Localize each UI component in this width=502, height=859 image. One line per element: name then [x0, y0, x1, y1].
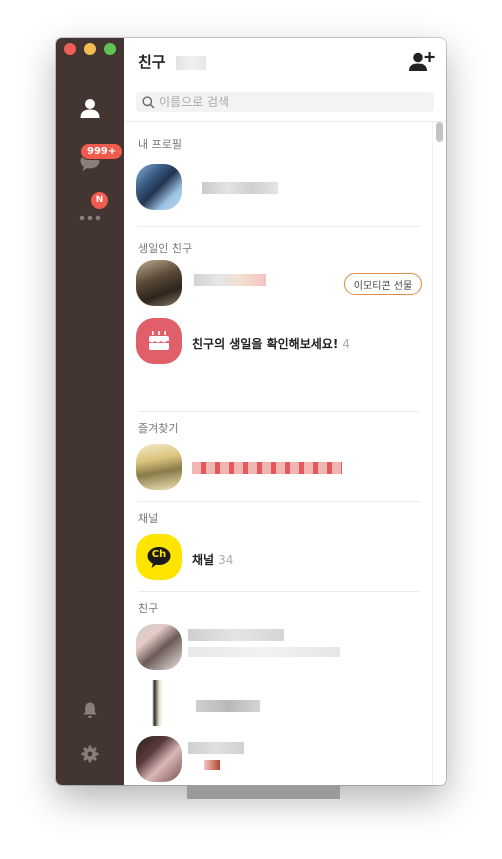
friend-name-redacted: [188, 742, 244, 754]
friend-row[interactable]: [124, 622, 432, 680]
page-title: 친구: [138, 53, 166, 71]
birthday-check-row[interactable]: 친구의 생일을 확인해보세요! 4: [124, 318, 432, 376]
app-window: 999+ N 친구 이름으로 검색 내 프로필 생일인 친구 이모티콘 선물 친…: [56, 38, 446, 785]
add-friend-icon: [409, 52, 435, 71]
emoticon-gift-button[interactable]: 이모티콘 선물: [344, 273, 422, 295]
settings-button[interactable]: [56, 736, 124, 772]
birthday-check-label: 친구의 생일을 확인해보세요!: [192, 337, 339, 351]
scrollbar-thumb[interactable]: [436, 122, 443, 142]
friends-panel: 친구 내 프로필: [124, 38, 446, 785]
channel-name: 채널: [192, 553, 215, 567]
section-birthday: 생일인 친구: [138, 242, 193, 255]
sidebar: 999+ N: [56, 38, 124, 785]
channel-row[interactable]: Ch 채널 34: [124, 534, 432, 592]
search-icon: [142, 95, 155, 109]
friend-avatar: [136, 624, 182, 670]
scrollbar[interactable]: [432, 122, 446, 785]
nav-more-button[interactable]: [56, 192, 124, 232]
channel-title: 채널 34: [192, 551, 233, 568]
birthday-count: 4: [342, 337, 350, 351]
favorite-friend-row[interactable]: [124, 442, 432, 500]
friend-name-redacted: [188, 629, 284, 641]
cake-icon: [149, 331, 169, 350]
section-channel: 채널: [138, 512, 159, 525]
bell-icon: [83, 702, 97, 718]
my-profile-row[interactable]: [124, 160, 432, 218]
close-window-button[interactable]: [64, 43, 76, 55]
section-divider: [138, 501, 420, 502]
friend-row[interactable]: [124, 680, 432, 738]
section-divider: [138, 226, 420, 227]
birthday-cake-avatar: [136, 318, 182, 364]
section-divider: [138, 591, 420, 592]
channel-count: 34: [218, 553, 234, 567]
nav-friends-button[interactable]: [56, 88, 124, 128]
friend-avatar: [136, 736, 182, 782]
friend-avatar: [136, 680, 182, 726]
person-icon: [80, 99, 100, 118]
birthday-friend-name-redacted: [194, 274, 266, 286]
section-my-profile: 내 프로필: [138, 138, 182, 151]
friend-status-redacted: [188, 647, 340, 657]
channel-avatar: Ch: [136, 534, 182, 580]
chats-unread-badge: 999+: [80, 143, 124, 160]
birthday-friend-row[interactable]: 이모티콘 선물: [124, 260, 432, 318]
section-favorites: 즐겨찾기: [138, 422, 179, 435]
friend-status-redacted: [204, 760, 220, 770]
section-friends: 친구: [138, 602, 159, 615]
birthday-check-text: 친구의 생일을 확인해보세요! 4: [192, 335, 350, 352]
friend-name-redacted: [196, 700, 260, 712]
section-divider: [138, 411, 420, 412]
search-bar[interactable]: [136, 92, 434, 112]
gear-icon: [81, 745, 99, 763]
search-input[interactable]: [159, 95, 399, 109]
my-name-redacted: [202, 182, 278, 194]
favorite-friend-name-redacted: [192, 462, 342, 474]
my-avatar: [136, 164, 182, 210]
birthday-friend-avatar: [136, 260, 182, 306]
friend-list[interactable]: 내 프로필 생일인 친구 이모티콘 선물 친구의 생일을 확인해보세요! 4 즐…: [124, 122, 432, 785]
channel-logo-text: Ch: [151, 549, 167, 560]
friend-count-redacted: [176, 56, 206, 70]
add-friend-button[interactable]: [408, 50, 436, 74]
minimize-window-button[interactable]: [84, 43, 96, 55]
zoom-window-button[interactable]: [104, 43, 116, 55]
more-new-badge: N: [91, 192, 108, 209]
favorite-friend-avatar: [136, 444, 182, 490]
notifications-button[interactable]: [56, 692, 124, 728]
friend-row[interactable]: [124, 736, 432, 785]
redacted-bar: [187, 785, 340, 799]
panel-header: 친구: [124, 38, 446, 84]
